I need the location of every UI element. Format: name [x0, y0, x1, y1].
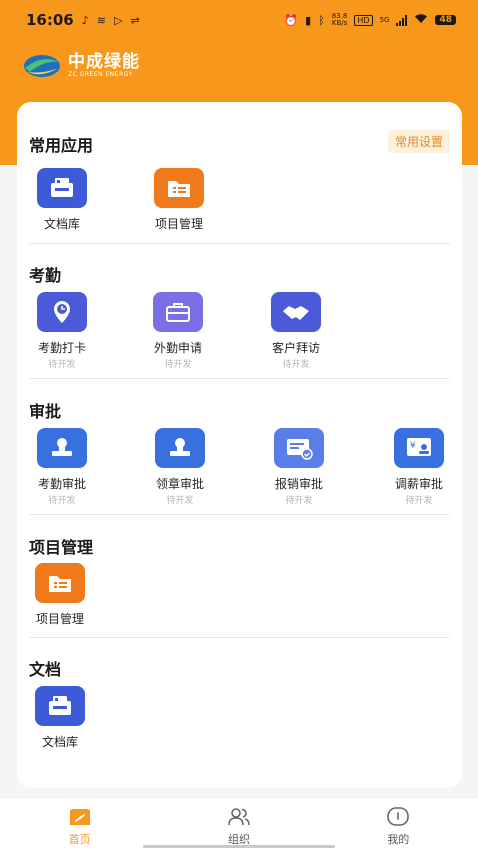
reimburse-icon: [274, 428, 324, 468]
wifi-small-icon: ≋: [96, 13, 106, 27]
wifi-icon: [414, 13, 428, 27]
section-title-docs: 文档: [29, 660, 62, 679]
app-document-library-2[interactable]: 文档库: [15, 686, 105, 750]
app-salary-approval[interactable]: ¥ 调薪审批 待开发: [374, 428, 464, 506]
app-document-library[interactable]: 文档库: [17, 168, 107, 232]
handshake-icon: [271, 292, 321, 332]
archive-icon: [35, 686, 85, 726]
home-icon: [69, 809, 90, 825]
signal-icon: [396, 14, 408, 26]
status-bar: 16:06 ♪ ≋ ▷ ⇌ ⏰ ▮ ᛒ 83.8 KB/s HD 5G 48: [0, 0, 478, 40]
divider: [29, 243, 450, 244]
status-time: 16:06: [26, 11, 74, 29]
brand: 中成绿能 ZC GREEN ENERGY: [22, 50, 140, 80]
bottom-tab-bar: 首页 组织 我的: [0, 797, 478, 850]
notification-icon: ♪: [81, 13, 89, 27]
divider: [29, 514, 450, 515]
bluetooth-icon: ᛒ: [318, 13, 325, 27]
app-field-request[interactable]: 外勤申请 待开发: [133, 292, 223, 370]
logo-icon: [24, 55, 60, 77]
stamp-icon: [155, 428, 205, 468]
tab-organization[interactable]: 组织: [159, 798, 318, 850]
app-project-management[interactable]: 项目管理: [134, 168, 224, 232]
home-indicator: [143, 845, 335, 848]
salary-icon: ¥: [394, 428, 444, 468]
profile-icon: [387, 807, 410, 826]
brand-name-en: ZC GREEN ENERGY: [68, 70, 133, 78]
pending-badge: 待开发: [166, 496, 194, 506]
section-title-attendance: 考勤: [29, 266, 62, 285]
pending-badge: 待开发: [48, 360, 76, 370]
stamp-icon: [37, 428, 87, 468]
pending-badge: 待开发: [282, 360, 310, 370]
section-title-common: 常用应用: [29, 136, 94, 155]
app-reimbursement-approval[interactable]: 报销审批 待开发: [254, 428, 344, 506]
app-seal-approval[interactable]: 领章审批 待开发: [135, 428, 225, 506]
network-type: 5G: [379, 15, 390, 24]
section-title-project: 项目管理: [29, 538, 94, 557]
folder-list-icon: [35, 563, 85, 603]
tab-home[interactable]: 首页: [0, 798, 159, 850]
pending-badge: 待开发: [405, 496, 433, 506]
battery-icon: 48: [435, 15, 456, 25]
archive-icon: [37, 168, 87, 208]
section-title-approval: 审批: [29, 402, 62, 421]
pending-badge: 待开发: [164, 360, 192, 370]
common-settings-button[interactable]: 常用设置: [387, 130, 450, 153]
app-project-management-2[interactable]: 项目管理: [15, 563, 105, 627]
signal-arrow-icon: ⇌: [130, 13, 140, 27]
alarm-icon: ⏰: [284, 13, 299, 27]
folder-list-icon: [154, 168, 204, 208]
app-customer-visit[interactable]: 客户拜访 待开发: [251, 292, 341, 370]
divider: [29, 637, 450, 638]
pending-badge: 待开发: [48, 496, 76, 506]
pending-badge: 待开发: [285, 496, 313, 506]
hd-badge: HD: [354, 14, 373, 26]
briefcase-icon: [153, 292, 203, 332]
svg-text:¥: ¥: [410, 441, 416, 451]
app-attendance-checkin[interactable]: 考勤打卡 待开发: [17, 292, 107, 370]
apps-card: 常用应用 常用设置 文档库 项目管理 考勤 考勤打卡 待开发 外勤申请 待开发 …: [17, 102, 462, 788]
net-speed: 83.8 KB/s: [331, 12, 348, 27]
vibrate-icon: ▮: [305, 13, 312, 27]
app-attendance-approval[interactable]: 考勤审批 待开发: [17, 428, 107, 506]
people-icon: [228, 808, 250, 826]
divider: [29, 378, 450, 379]
brand-name: 中成绿能: [68, 51, 140, 72]
play-icon: ▷: [114, 13, 123, 27]
tab-mine[interactable]: 我的: [319, 798, 478, 850]
location-clock-icon: [37, 292, 87, 332]
